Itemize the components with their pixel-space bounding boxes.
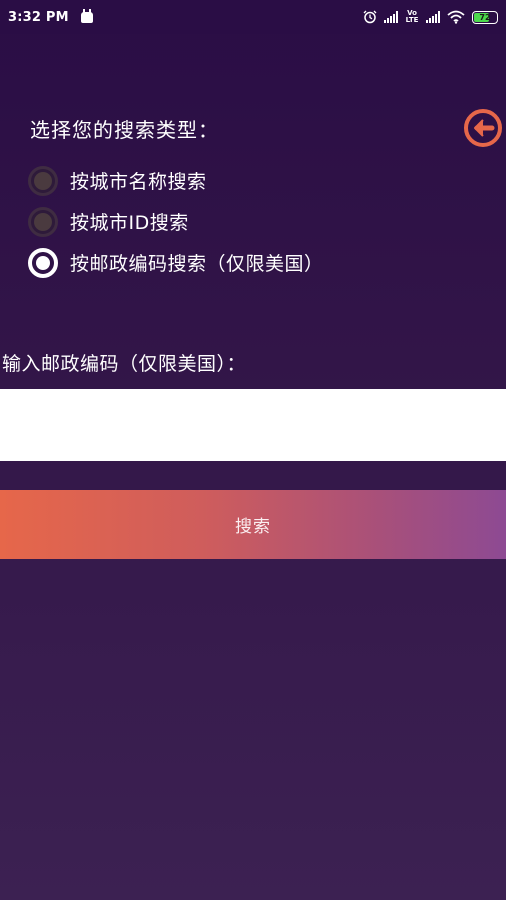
battery-level: 72 [479, 12, 491, 22]
back-arrow-icon [464, 109, 502, 147]
radio-option-city-name[interactable]: 按城市名称搜索 [28, 160, 324, 201]
status-left: 3:32 PM [0, 8, 93, 25]
signal-icon [384, 11, 398, 23]
status-time: 3:32 PM [8, 9, 69, 25]
radio-label: 按城市ID搜索 [70, 212, 189, 234]
alarm-icon [363, 10, 377, 24]
search-type-title: 选择您的搜索类型： [30, 118, 219, 142]
search-type-radio-group: 按城市名称搜索 按城市ID搜索 按邮政编码搜索（仅限美国） [28, 160, 324, 283]
status-bar: 3:32 PM Vo LTE 72 [0, 0, 506, 34]
status-right: Vo LTE 72 [363, 10, 506, 24]
signal-icon-2 [426, 11, 440, 23]
radio-button[interactable] [28, 165, 58, 196]
zip-input[interactable] [0, 389, 506, 461]
zip-input-label: 输入邮政编码（仅限美国）： [2, 353, 247, 375]
search-button[interactable]: 搜索 [0, 490, 506, 559]
radio-label: 按城市名称搜索 [70, 171, 207, 193]
back-button[interactable] [463, 108, 503, 148]
radio-label: 按邮政编码搜索（仅限美国） [70, 253, 324, 275]
radio-dot [34, 171, 52, 190]
android-icon [80, 8, 93, 23]
wifi-icon [447, 10, 465, 24]
radio-dot [34, 212, 52, 231]
radio-option-city-id[interactable]: 按城市ID搜索 [28, 201, 324, 242]
radio-dot [36, 255, 50, 270]
volte-label: Vo LTE [405, 9, 419, 24]
radio-button[interactable] [28, 247, 58, 278]
radio-button[interactable] [28, 206, 58, 237]
search-button-label: 搜索 [235, 517, 271, 537]
battery-icon: 72 [472, 10, 498, 24]
radio-option-zip-code[interactable]: 按邮政编码搜索（仅限美国） [28, 242, 324, 283]
